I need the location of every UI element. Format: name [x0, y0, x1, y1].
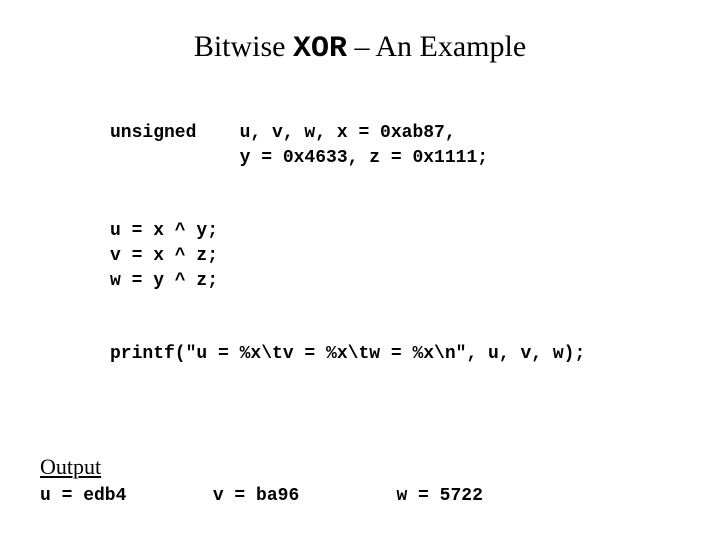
printf-line: printf("u = %x\tv = %x\tw = %x\n", u, v,… — [110, 344, 585, 364]
assign-line-2: v = x ^ z; — [110, 246, 218, 266]
output-section: Output u = edb4 v = ba96 w = 5722 — [40, 454, 700, 506]
title-post: – An Example — [347, 30, 526, 63]
slide-title: Bitwise XOR – An Example — [20, 30, 700, 66]
assign-line-3: w = y ^ z; — [110, 271, 218, 291]
decl-line-2: y = 0x4633, z = 0x1111; — [110, 148, 488, 168]
title-mono: XOR — [293, 32, 347, 66]
assignment-block: u = x ^ y; v = x ^ z; w = y ^ z; — [110, 219, 700, 295]
decl-line-1: unsigned u, v, w, x = 0xab87, — [110, 123, 456, 143]
code-block: unsigned u, v, w, x = 0xab87, y = 0x4633… — [110, 96, 700, 414]
printf-block: printf("u = %x\tv = %x\tw = %x\n", u, v,… — [110, 342, 700, 367]
title-pre: Bitwise — [194, 30, 293, 63]
assign-line-1: u = x ^ y; — [110, 221, 218, 241]
output-line: u = edb4 v = ba96 w = 5722 — [40, 486, 700, 506]
declaration-block: unsigned u, v, w, x = 0xab87, y = 0x4633… — [110, 121, 700, 171]
output-label: Output — [40, 454, 700, 480]
